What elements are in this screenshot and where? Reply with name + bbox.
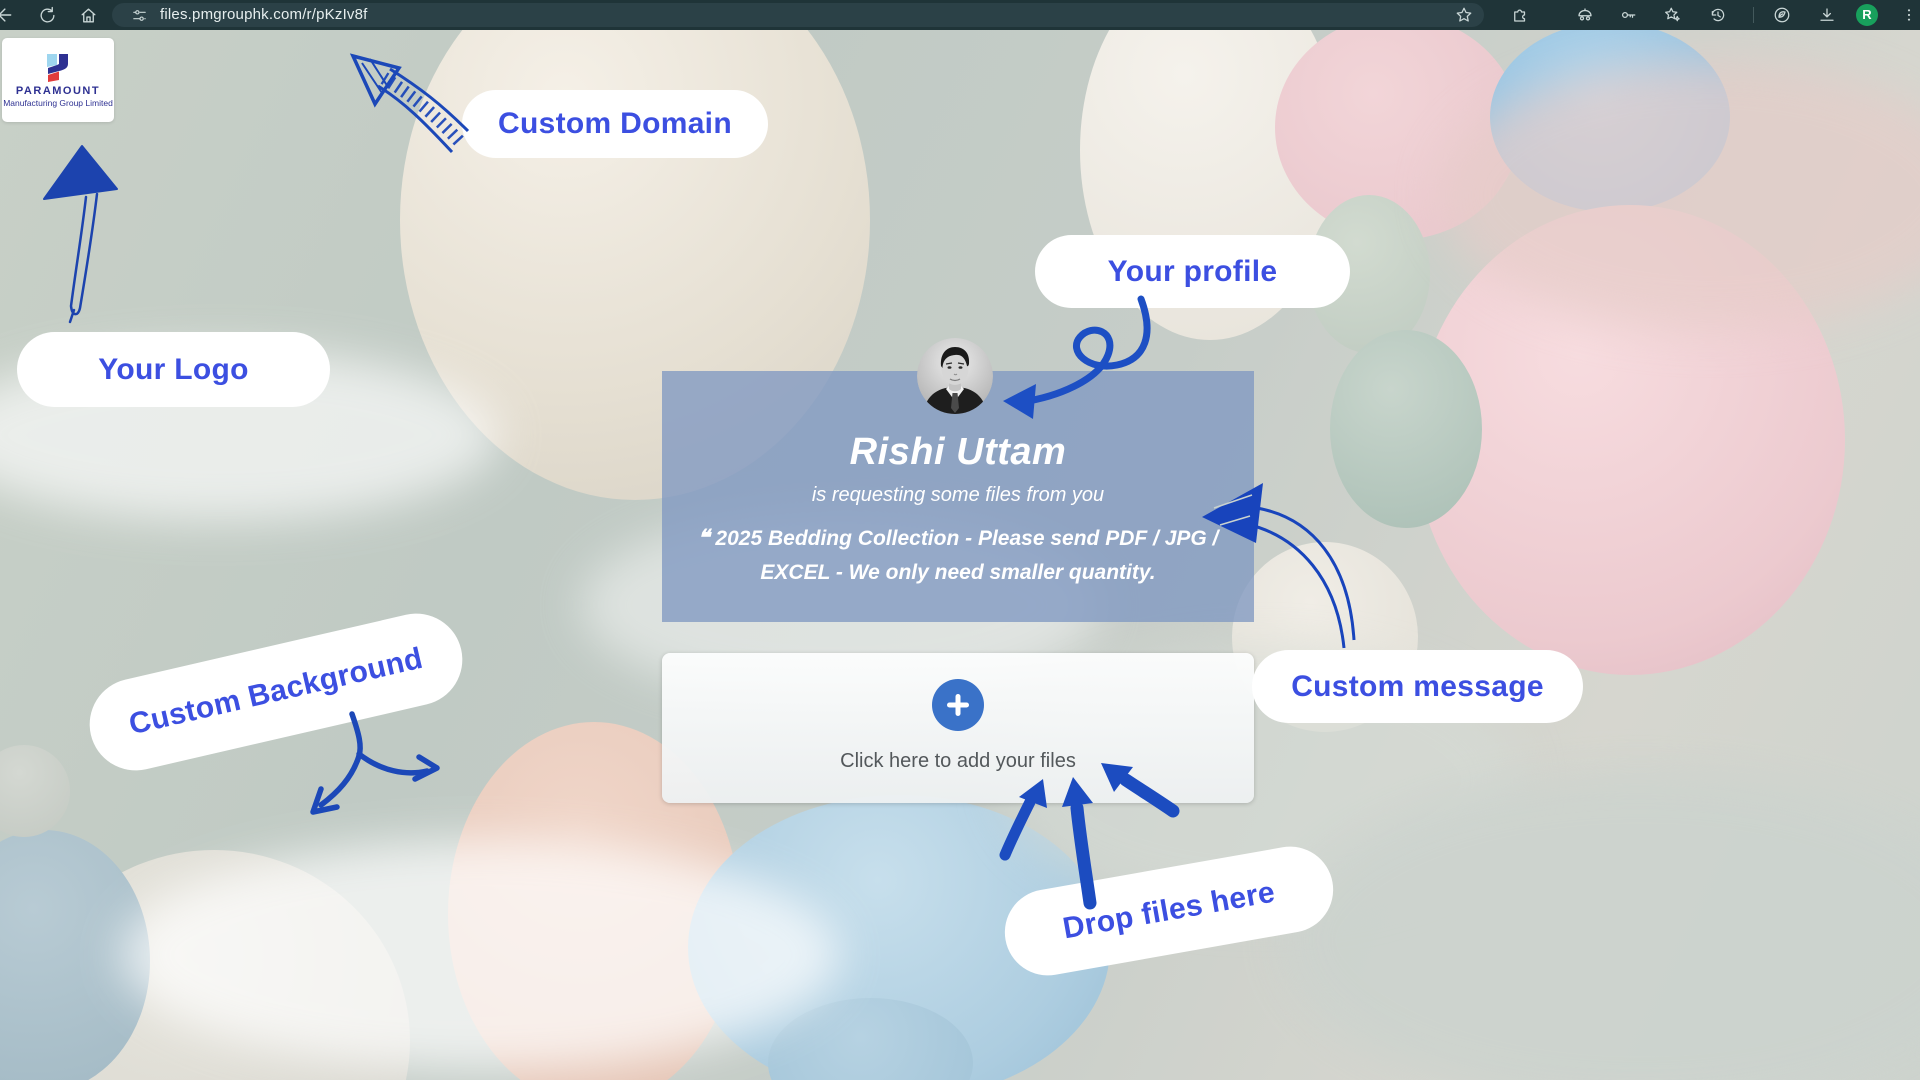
bookmark-star-icon[interactable] <box>1452 3 1476 27</box>
file-drop-zone[interactable]: Click here to add your files <box>662 653 1254 803</box>
background-sphere <box>1330 330 1482 528</box>
requester-name: Rishi Uttam <box>662 431 1254 474</box>
file-request-card: Rishi Uttam is requesting some files fro… <box>662 371 1254 622</box>
annotation-custom-domain: Custom Domain <box>462 90 768 158</box>
browser-profile-avatar[interactable]: R <box>1856 4 1878 26</box>
custom-background-arrow <box>313 714 437 812</box>
upload-label: Click here to add your files <box>662 750 1254 773</box>
extension-icon[interactable] <box>1508 3 1532 27</box>
services-icon[interactable] <box>1573 3 1597 27</box>
cloud <box>120 840 840 1070</box>
request-subtitle: is requesting some files from you <box>662 484 1254 507</box>
browser-toolbar: files.pmgrouphk.com/r/pKzIv8f R <box>0 0 1920 30</box>
site-info-icon[interactable] <box>127 3 151 27</box>
requester-avatar <box>917 338 993 414</box>
company-logo: PARAMOUNT Manufacturing Group Limited <box>2 38 114 122</box>
custom-message-text: ❝2025 Bedding Collection - Please send P… <box>688 521 1228 590</box>
password-key-icon[interactable] <box>1616 3 1640 27</box>
quote-icon: ❝ <box>698 525 710 550</box>
toolbar-divider <box>1753 7 1754 23</box>
home-icon[interactable] <box>76 3 100 27</box>
logo-mark <box>44 52 72 82</box>
download-icon[interactable] <box>1815 3 1839 27</box>
menu-kebab-icon[interactable] <box>1897 3 1920 27</box>
logo-subtitle: Manufacturing Group Limited <box>3 98 113 108</box>
energy-saver-leaf-icon[interactable] <box>1770 3 1794 27</box>
bookmark-sparkle-icon[interactable] <box>1660 3 1684 27</box>
reload-icon[interactable] <box>35 3 59 27</box>
plus-icon <box>945 692 971 718</box>
history-icon[interactable] <box>1706 3 1730 27</box>
annotation-your-profile: Your profile <box>1035 235 1350 308</box>
your-logo-arrow <box>44 146 117 322</box>
background-sphere <box>0 745 70 837</box>
logo-title: PARAMOUNT <box>16 85 100 97</box>
url-text[interactable]: files.pmgrouphk.com/r/pKzIv8f <box>160 0 368 30</box>
back-icon[interactable] <box>0 3 16 27</box>
annotation-your-logo: Your Logo <box>17 332 330 407</box>
add-files-button[interactable] <box>932 679 984 731</box>
browser-window: files.pmgrouphk.com/r/pKzIv8f R <box>0 0 1920 1080</box>
file-request-page: PARAMOUNT Manufacturing Group Limited <box>0 30 1920 1080</box>
annotation-custom-background: Custom Background <box>81 604 472 779</box>
annotation-custom-message: Custom message <box>1252 650 1583 723</box>
